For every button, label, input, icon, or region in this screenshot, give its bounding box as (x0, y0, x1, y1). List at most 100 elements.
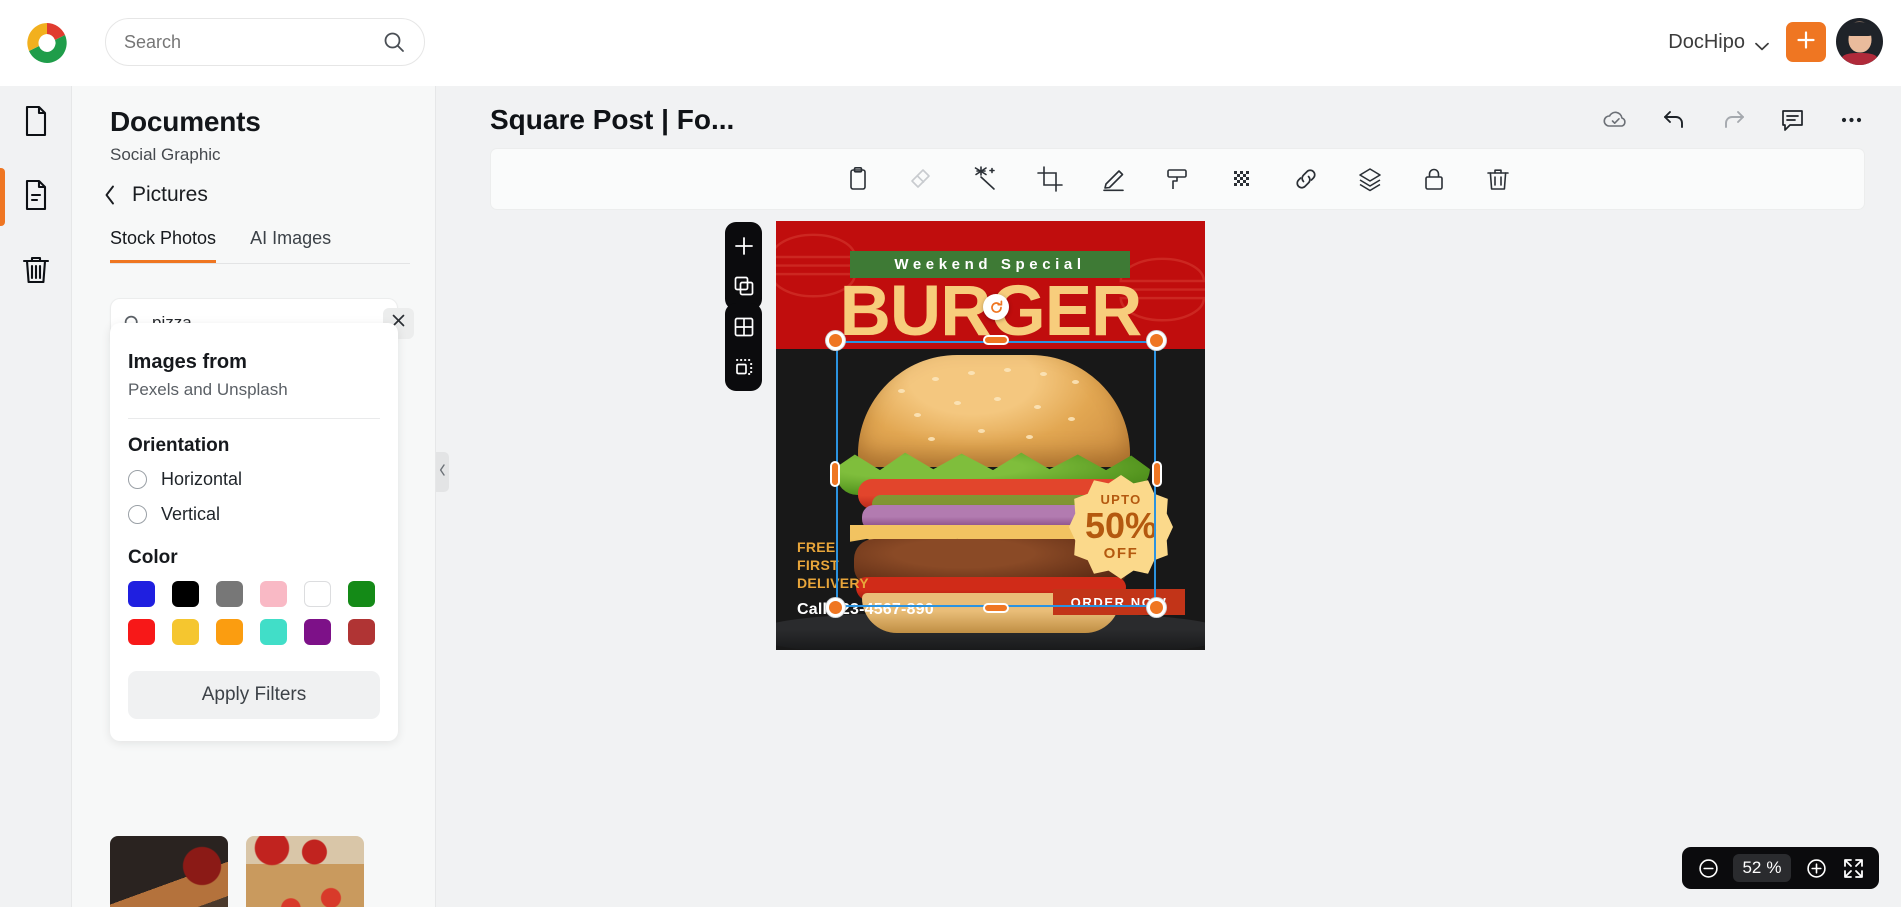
color-heading: Color (128, 547, 178, 568)
resize-handle-top-left[interactable] (826, 331, 845, 350)
zoom-in-icon[interactable] (1804, 856, 1828, 880)
radio-icon (128, 470, 147, 489)
resize-handle-bottom-middle[interactable] (983, 603, 1009, 613)
divider (128, 418, 380, 419)
pencil-icon[interactable] (1100, 165, 1128, 193)
sidebar-item-templates[interactable] (0, 160, 72, 234)
photo-thumbnail[interactable] (110, 836, 228, 907)
file-lines-icon (19, 178, 53, 217)
orientation-horizontal-label: Horizontal (161, 469, 243, 489)
orientation-vertical-label: Vertical (161, 504, 221, 524)
color-swatch[interactable] (128, 619, 155, 645)
banner-text: Weekend Special (894, 256, 1086, 273)
magic-wand-icon[interactable] (972, 165, 1000, 193)
view-tools-dock (725, 303, 762, 391)
color-swatch[interactable] (348, 619, 375, 645)
radio-icon (128, 505, 147, 524)
lock-icon[interactable] (1420, 165, 1448, 193)
resize-handle-bottom-left[interactable] (826, 598, 845, 617)
plus-icon (1795, 29, 1817, 56)
link-icon[interactable] (1292, 165, 1320, 193)
object-toolbar (490, 148, 1865, 210)
add-page-icon[interactable] (732, 234, 756, 258)
color-swatch[interactable] (260, 619, 287, 645)
chevron-left-icon (104, 185, 116, 205)
color-swatch[interactable] (128, 581, 155, 607)
sidebar-item-trash[interactable] (0, 234, 72, 308)
grid-view-icon[interactable] (732, 315, 756, 339)
cloud-saved-icon[interactable] (1602, 106, 1629, 133)
zoom-number: 52 (1742, 858, 1762, 877)
resize-handle-top-middle[interactable] (983, 335, 1009, 345)
paint-roller-icon[interactable] (1164, 165, 1192, 193)
page-tools-dock (725, 222, 762, 310)
images-from-heading: Images from (128, 351, 247, 373)
color-swatch[interactable] (216, 581, 243, 607)
resize-handle-right-middle[interactable] (1152, 461, 1162, 487)
apply-filters-button[interactable]: Apply Filters (128, 671, 380, 719)
rotate-handle-icon[interactable] (983, 294, 1009, 320)
photo-results (110, 836, 400, 907)
file-blank-icon (19, 104, 53, 143)
editor-top-actions (1602, 106, 1865, 133)
layers-icon[interactable] (1356, 165, 1384, 193)
orientation-vertical[interactable]: Vertical (128, 504, 380, 525)
workspace-selector[interactable]: DocHipo (1668, 24, 1769, 60)
clipboard-icon[interactable] (844, 165, 872, 193)
fullscreen-icon[interactable] (1841, 856, 1865, 880)
photo-thumbnail[interactable] (246, 836, 364, 907)
dochipo-logo-icon[interactable] (24, 20, 70, 66)
pictures-panel: Documents Social Graphic Pictures Stock … (72, 86, 436, 907)
color-swatch[interactable] (172, 619, 199, 645)
sidebar-item-documents[interactable] (0, 86, 72, 160)
color-swatch[interactable] (172, 581, 199, 607)
more-options-icon[interactable] (1838, 106, 1865, 133)
search-icon (382, 30, 406, 54)
page-title: Documents (110, 106, 261, 137)
crop-marks-icon[interactable] (732, 355, 756, 379)
chevron-left-icon (439, 463, 446, 481)
trash-icon (19, 252, 53, 291)
duplicate-page-icon[interactable] (732, 274, 756, 298)
transparency-icon[interactable] (1228, 165, 1256, 193)
tab-stock-photos[interactable]: Stock Photos (110, 228, 217, 263)
delete-icon[interactable] (1484, 165, 1512, 193)
left-rail (0, 86, 72, 907)
color-swatch[interactable] (260, 581, 287, 607)
orientation-heading: Orientation (128, 435, 230, 456)
resize-handle-left-middle[interactable] (830, 461, 840, 487)
resize-handle-bottom-right[interactable] (1147, 598, 1166, 617)
resize-handle-top-right[interactable] (1147, 331, 1166, 350)
panel-subtitle: Social Graphic (110, 145, 221, 164)
zoom-unit: % (1766, 858, 1782, 877)
zoom-value[interactable]: 52 % (1733, 854, 1791, 882)
avatar[interactable] (1836, 18, 1883, 65)
zoom-out-icon[interactable] (1696, 856, 1720, 880)
back-label: Pictures (132, 183, 208, 206)
redo-icon[interactable] (1720, 106, 1747, 133)
tab-ai-images[interactable]: AI Images (250, 228, 331, 263)
workspace-name: DocHipo (1668, 30, 1745, 53)
create-new-button[interactable] (1786, 22, 1826, 62)
comment-icon[interactable] (1779, 106, 1806, 133)
panel-collapse-handle[interactable] (436, 452, 449, 492)
global-search[interactable] (105, 18, 425, 66)
eraser-icon[interactable] (908, 165, 936, 193)
color-swatch-grid (128, 581, 380, 645)
color-swatch[interactable] (348, 581, 375, 607)
back-to-pictures[interactable]: Pictures (104, 183, 208, 207)
chevron-down-icon (1755, 38, 1769, 50)
filters-popover: Images from Pexels and Unsplash Orientat… (110, 323, 398, 741)
undo-icon[interactable] (1661, 106, 1688, 133)
images-from-value: Pexels and Unsplash (128, 380, 288, 399)
search-input[interactable] (124, 31, 382, 53)
editor-area: Square Post | Fo... Weekend Special UPTO… (436, 86, 1901, 907)
zoom-control: 52 % (1682, 847, 1879, 889)
color-swatch[interactable] (216, 619, 243, 645)
orientation-horizontal[interactable]: Horizontal (128, 469, 380, 490)
color-swatch[interactable] (304, 581, 331, 607)
crop-icon[interactable] (1036, 165, 1064, 193)
color-swatch[interactable] (304, 619, 331, 645)
top-bar: DocHipo (0, 0, 1901, 86)
document-title[interactable]: Square Post | Fo... (490, 104, 734, 136)
